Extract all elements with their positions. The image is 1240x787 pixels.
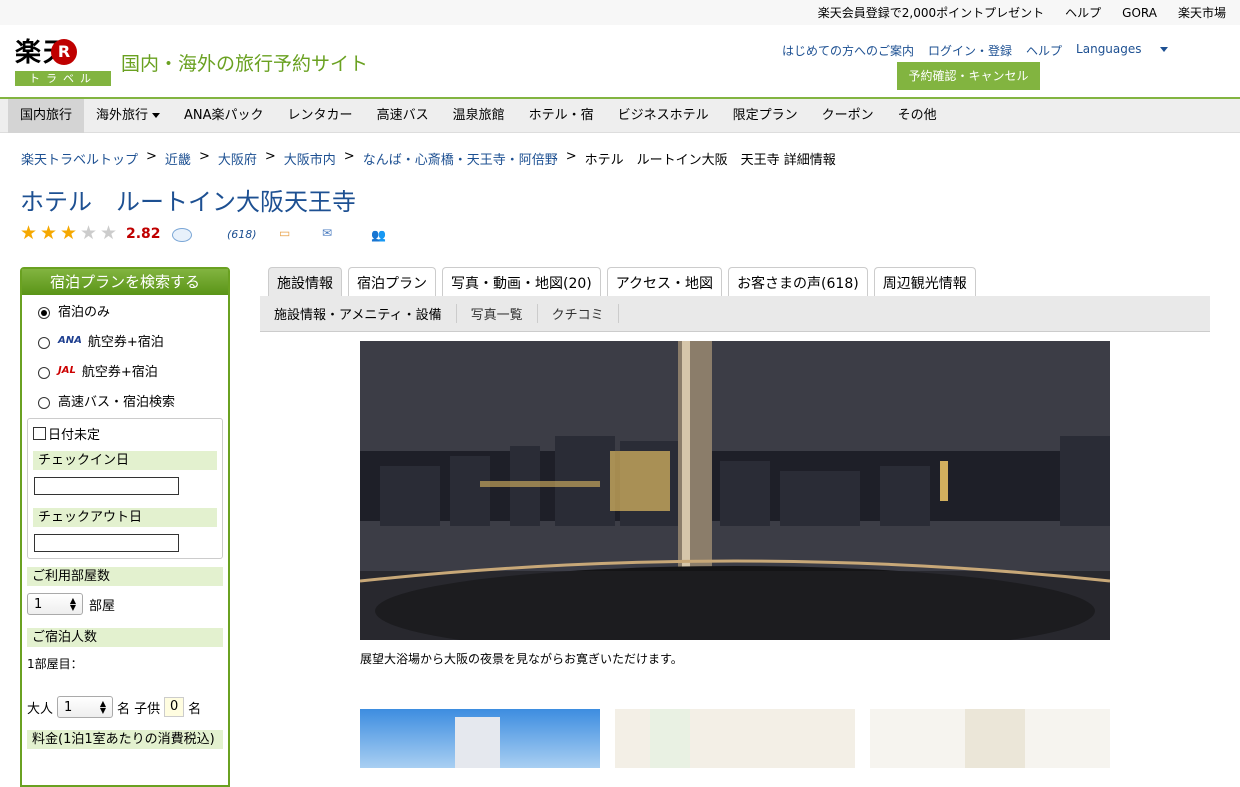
jal-logo-icon: JAL <box>58 364 76 376</box>
reservation-check-button[interactable]: 予約確認・キャンセル <box>897 62 1040 90</box>
tab-photos[interactable]: 写真・動画・地図(20) <box>442 267 601 297</box>
star-icon: ★ <box>60 222 78 244</box>
subnav-facilities[interactable]: 施設情報・アメニティ・設備 <box>274 304 457 323</box>
top-link-help[interactable]: ヘルプ <box>1065 4 1101 21</box>
review-count[interactable]: (618) <box>227 228 257 241</box>
tab-sightseeing[interactable]: 周辺観光情報 <box>873 267 976 297</box>
site-tagline: 国内・海外の旅行予約サイト <box>121 53 369 75</box>
star-icon: ★ <box>20 222 38 244</box>
price-label: 料金(1泊1室あたりの消費税込) <box>27 730 223 749</box>
header-link-help[interactable]: ヘルプ <box>1026 42 1062 59</box>
nav-item-rentacar[interactable]: レンタカー <box>276 99 365 133</box>
rooms-label: ご利用部屋数 <box>27 567 223 586</box>
header-links: はじめての方へのご案内 ログイン・登録 ヘルプ Languages <box>782 42 1182 59</box>
thumbnail-bathroom[interactable] <box>870 709 1110 768</box>
option-stay-only[interactable]: 宿泊のみ <box>22 295 228 325</box>
nav-item-other[interactable]: その他 <box>886 99 949 133</box>
rooms-select[interactable]: 1 ▲ ▼ <box>27 593 83 615</box>
nav-item-bus[interactable]: 高速バス <box>365 99 441 133</box>
subnav-photos[interactable]: 写真一覧 <box>471 304 538 323</box>
main-photo-night-view-bath[interactable] <box>360 341 1110 640</box>
top-link-register[interactable]: 楽天会員登録で2,000ポイントプレゼント <box>818 4 1044 21</box>
coupon-icon[interactable]: ▭ <box>279 226 290 240</box>
chevron-down-icon <box>152 112 161 118</box>
rakuten-travel-logo[interactable]: 楽天 R トラベル <box>15 38 111 86</box>
photo-caption: 展望大浴場から大阪の夜景を見ながらお寛ぎいただけます。 <box>360 652 683 666</box>
tab-reviews[interactable]: お客さまの声(618) <box>728 267 868 297</box>
date-undecided-checkbox[interactable]: 日付未定 <box>33 423 217 443</box>
sub-nav: 施設情報・アメニティ・設備 写真一覧 クチコミ <box>260 296 1210 332</box>
breadcrumb-city[interactable]: 大阪市内 <box>284 149 336 168</box>
checkin-label: チェックイン日 <box>33 451 217 470</box>
option-bus[interactable]: 高速バス・宿泊検索 <box>22 385 228 415</box>
logo-travel-text: トラベル <box>15 71 111 86</box>
breadcrumb-prefecture[interactable]: 大阪府 <box>218 149 257 168</box>
subnav-reviews[interactable]: クチコミ <box>552 304 619 323</box>
header-link-guide[interactable]: はじめての方へのご案内 <box>782 42 914 59</box>
option-jal-pack[interactable]: JAL 航空券+宿泊 <box>22 355 228 385</box>
tab-access[interactable]: アクセス・地図 <box>606 267 723 297</box>
nav-item-coupon[interactable]: クーポン <box>810 99 886 133</box>
tab-info[interactable]: 施設情報 <box>268 267 342 297</box>
option-ana-pack[interactable]: ANA 航空券+宿泊 <box>22 325 228 355</box>
page-title: ホテル ルートイン大阪天王寺 <box>20 188 356 216</box>
top-utility-bar: 楽天会員登録で2,000ポイントプレゼント ヘルプ GORA 楽天市場 <box>0 0 1240 25</box>
group-icon[interactable]: 👥 <box>371 228 386 242</box>
languages-menu[interactable]: Languages <box>1076 42 1168 59</box>
adults-select[interactable]: 1 ▲ ▼ <box>57 696 114 718</box>
star-icon: ★ <box>80 222 98 244</box>
breadcrumb-area[interactable]: なんば・心斎橋・天王寺・阿倍野 <box>363 149 558 168</box>
site-header: 楽天 R トラベル 国内・海外の旅行予約サイト はじめての方へのご案内 ログイン… <box>0 25 1240 99</box>
radio[interactable] <box>38 367 50 379</box>
breadcrumb-region[interactable]: 近畿 <box>165 149 191 168</box>
header-link-login[interactable]: ログイン・登録 <box>928 42 1012 59</box>
checkout-label: チェックアウト日 <box>33 508 217 527</box>
nav-item-hotel[interactable]: ホテル・宿 <box>517 99 606 133</box>
checkin-input[interactable] <box>34 477 179 495</box>
rating-score: 2.82 <box>126 225 161 242</box>
thumbnail-exterior[interactable] <box>360 709 600 768</box>
stepper-icon: ▲ ▼ <box>69 596 76 612</box>
date-box: 日付未定 チェックイン日 チェックアウト日 <box>27 418 223 559</box>
chevron-down-icon <box>1159 47 1168 52</box>
breadcrumb-top[interactable]: 楽天トラベルトップ <box>21 149 138 168</box>
top-link-gora[interactable]: GORA <box>1122 6 1157 20</box>
ana-logo-icon: ANA <box>58 334 82 346</box>
children-input[interactable]: 0 <box>164 697 185 717</box>
breadcrumb-current: ホテル ルートイン大阪 天王寺 詳細情報 <box>584 153 836 168</box>
nav-item-limited[interactable]: 限定プラン <box>721 99 810 133</box>
nav-item-business[interactable]: ビジネスホテル <box>606 99 721 133</box>
review-bubble-icon[interactable] <box>172 228 192 242</box>
logo-r-mark: R <box>51 39 77 65</box>
nav-item-ana-pack[interactable]: ANA楽パック <box>172 99 276 133</box>
thumbnail-room[interactable] <box>615 709 855 768</box>
rating-stars: ★ ★ ★ ★ ★ 2.82 <box>20 224 161 243</box>
top-link-ichiba[interactable]: 楽天市場 <box>1178 4 1226 21</box>
checkout-input[interactable] <box>34 534 179 552</box>
star-icon: ★ <box>100 222 118 244</box>
main-nav: 国内旅行 海外旅行 ANA楽パック レンタカー 高速バス 温泉旅館 ホテル・宿 … <box>0 98 1240 133</box>
sidebar-title: 宿泊プランを検索する <box>22 269 228 295</box>
mail-icon[interactable]: ✉ <box>322 226 332 240</box>
stepper-icon: ▲ ▼ <box>99 699 107 715</box>
radio-selected[interactable] <box>38 307 50 319</box>
nav-item-overseas[interactable]: 海外旅行 <box>84 99 172 133</box>
breadcrumb: 楽天トラベルトップ > 近畿 > 大阪府 > 大阪市内 > なんば・心斎橋・天王寺・阿倍… <box>21 149 836 168</box>
room-line: 1部屋目： <box>27 657 83 671</box>
night-view-photo <box>360 341 1110 640</box>
radio[interactable] <box>38 397 50 409</box>
guests-label: ご宿泊人数 <box>27 628 223 647</box>
nav-item-onsen[interactable]: 温泉旅館 <box>441 99 517 133</box>
hotel-tabs: 施設情報 宿泊プラン 写真・動画・地図(20) アクセス・地図 お客さまの声(6… <box>268 267 982 297</box>
nav-item-domestic[interactable]: 国内旅行 <box>8 98 85 133</box>
search-sidebar: 宿泊プランを検索する 宿泊のみ ANA 航空券+宿泊 JAL 航空券+宿泊 高速バス… <box>20 267 230 787</box>
star-icon: ★ <box>40 222 58 244</box>
radio[interactable] <box>38 337 50 349</box>
tab-plans[interactable]: 宿泊プラン <box>348 267 436 297</box>
